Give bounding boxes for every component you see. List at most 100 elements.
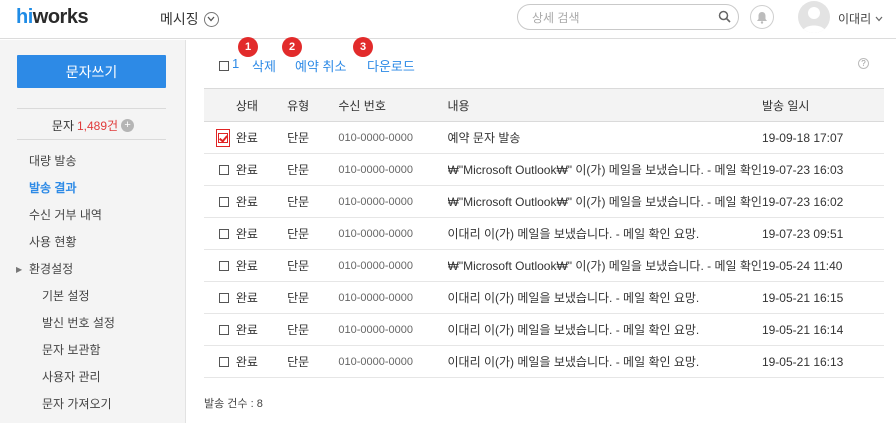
send-count: 발송 건수 : 8 bbox=[204, 398, 263, 410]
user-name: 이대리 bbox=[838, 12, 872, 26]
date-cell: 19-09-18 17:07 bbox=[761, 121, 884, 154]
table-row[interactable]: 완료 단문 010-0000-0000 ₩"Microsoft Outlook₩" 이… bbox=[204, 185, 884, 218]
row-checkbox[interactable] bbox=[218, 133, 228, 144]
date-cell: 19-05-21 16:13 bbox=[761, 345, 884, 378]
content-cell[interactable]: 이대리 이(가) 메일을 보냈습니다. - 메일 확인 요망. bbox=[447, 217, 762, 250]
toolbar: 1 삭제 예약 취소 다운로드 1 2 3 ? bbox=[186, 37, 896, 88]
user-menu[interactable]: 이대리 bbox=[838, 10, 883, 27]
column-header-recipient[interactable]: 수신 번호 bbox=[338, 88, 448, 122]
content-cell[interactable]: ₩"Microsoft Outlook₩" 이(가) 메일을 보냈습니다. - … bbox=[447, 153, 762, 186]
table-row[interactable]: 완료 단문 010-0000-0000 이대리 이(가) 메일을 보냈습니다. - 메… bbox=[204, 345, 884, 378]
row-checkbox-wrap bbox=[218, 226, 230, 242]
row-checkbox-wrap bbox=[218, 162, 230, 178]
column-header-status[interactable]: 상태 bbox=[235, 88, 288, 122]
bell-icon[interactable] bbox=[750, 5, 774, 29]
sidebar-item-user-management[interactable]: 사용자 관리 bbox=[0, 364, 186, 391]
write-message-button[interactable]: 문자쓰기 bbox=[17, 55, 166, 88]
caret-right-icon: ▶ bbox=[16, 265, 23, 274]
checkbox-cell bbox=[204, 313, 236, 346]
sidebar-item-message-archive[interactable]: 문자 보관함 bbox=[0, 337, 186, 364]
sidebar-item-reject-list[interactable]: 수신 거부 내역 bbox=[0, 202, 186, 229]
row-checkbox-wrap bbox=[218, 194, 230, 210]
row-checkbox-wrap bbox=[218, 290, 230, 306]
table-row[interactable]: 완료 단문 010-0000-0000 ₩"Microsoft Outlook₩" 이… bbox=[204, 249, 884, 282]
checkbox-cell bbox=[204, 153, 236, 186]
content-cell[interactable]: ₩"Microsoft Outlook₩" 이(가) 메일을 보냈습니다. - … bbox=[447, 249, 762, 282]
sidebar-item-sender-number[interactable]: 발신 번호 설정 bbox=[0, 310, 186, 337]
results-table: 상태 유형 수신 번호 내용 발송 일시 완료 단문 010-0000-0000 예약… bbox=[204, 88, 884, 378]
column-header-date[interactable]: 발송 일시 bbox=[761, 88, 884, 122]
sidebar-item-basic-settings[interactable]: 기본 설정 bbox=[0, 283, 186, 310]
sidebar-item-import-messages[interactable]: 문자 가져오기 bbox=[0, 391, 186, 418]
row-checkbox-wrap bbox=[218, 354, 230, 370]
search-input[interactable] bbox=[532, 9, 712, 26]
date-cell: 19-05-21 16:15 bbox=[761, 281, 884, 314]
row-checkbox-wrap bbox=[218, 258, 230, 274]
sidebar-item-usage[interactable]: 사용 현황 bbox=[0, 229, 186, 256]
type-cell: 단문 bbox=[287, 313, 339, 346]
column-header-content[interactable]: 내용 bbox=[447, 88, 762, 122]
date-cell: 19-05-21 16:14 bbox=[761, 313, 884, 346]
row-checkbox[interactable] bbox=[219, 229, 229, 240]
content-cell[interactable]: 이대리 이(가) 메일을 보냈습니다. - 메일 확인 요망. bbox=[447, 313, 762, 346]
sidebar-item-bulk-send[interactable]: 대량 발송 bbox=[0, 148, 186, 175]
type-cell: 단문 bbox=[287, 121, 339, 154]
date-cell: 19-05-24 11:40 bbox=[761, 249, 884, 282]
row-checkbox[interactable] bbox=[219, 357, 229, 368]
sidebar-item-settings[interactable]: ▶ 환경설정 bbox=[0, 256, 186, 283]
content-cell[interactable]: 이대리 이(가) 메일을 보냈습니다. - 메일 확인 요망. bbox=[447, 281, 762, 314]
status-cell: 완료 bbox=[235, 345, 288, 378]
step-badge: 1 bbox=[238, 37, 258, 57]
row-checkbox[interactable] bbox=[219, 325, 229, 336]
type-cell: 단문 bbox=[287, 185, 339, 218]
status-cell: 완료 bbox=[235, 153, 288, 186]
row-checkbox-wrap bbox=[216, 128, 230, 147]
phone-cell: 010-0000-0000 bbox=[338, 153, 448, 186]
search-icon[interactable] bbox=[718, 10, 731, 26]
table-row[interactable]: 완료 단문 010-0000-0000 이대리 이(가) 메일을 보냈습니다. - 메… bbox=[204, 313, 884, 346]
help-icon[interactable]: ? bbox=[858, 58, 869, 69]
type-cell: 단문 bbox=[287, 153, 339, 186]
cancel-reservation-button[interactable]: 예약 취소 bbox=[295, 56, 346, 75]
step-badge: 2 bbox=[282, 37, 302, 57]
checkbox-cell bbox=[204, 345, 236, 378]
hiworks-logo[interactable]: hiworks bbox=[16, 6, 89, 29]
count-label: 문자 bbox=[51, 119, 74, 133]
date-cell: 19-07-23 09:51 bbox=[761, 217, 884, 250]
content-cell[interactable]: ₩"Microsoft Outlook₩" 이(가) 메일을 보냈습니다. - … bbox=[447, 185, 762, 218]
content-cell[interactable]: 이대리 이(가) 메일을 보냈습니다. - 메일 확인 요망. bbox=[447, 345, 762, 378]
status-cell: 완료 bbox=[235, 121, 288, 154]
phone-cell: 010-0000-0000 bbox=[338, 217, 448, 250]
table-row[interactable]: 완료 단문 010-0000-0000 이대리 이(가) 메일을 보냈습니다. - 메… bbox=[204, 281, 884, 314]
chevron-down-icon[interactable] bbox=[203, 11, 219, 27]
avatar[interactable] bbox=[798, 1, 830, 33]
download-button[interactable]: 다운로드 bbox=[367, 56, 415, 75]
phone-cell: 010-0000-0000 bbox=[338, 121, 448, 154]
delete-button[interactable]: 삭제 bbox=[252, 56, 276, 75]
table-row[interactable]: 완료 단문 010-0000-0000 예약 문자 발송 19-09-18 17:07 bbox=[204, 121, 884, 154]
row-checkbox[interactable] bbox=[219, 197, 229, 208]
app-menu[interactable]: 메시징 bbox=[160, 9, 219, 29]
row-checkbox[interactable] bbox=[219, 165, 229, 176]
status-cell: 완료 bbox=[235, 313, 288, 346]
step-badge: 3 bbox=[353, 37, 373, 57]
table-row[interactable]: 완료 단문 010-0000-0000 이대리 이(가) 메일을 보냈습니다. - 메… bbox=[204, 217, 884, 250]
type-cell: 단문 bbox=[287, 249, 339, 282]
message-count: 문자 1,489건 + bbox=[0, 117, 186, 134]
phone-cell: 010-0000-0000 bbox=[338, 345, 448, 378]
table-row[interactable]: 완료 단문 010-0000-0000 ₩"Microsoft Outlook₩" 이… bbox=[204, 153, 884, 186]
selected-count: 1 bbox=[232, 56, 240, 71]
row-checkbox[interactable] bbox=[219, 293, 229, 304]
column-header-type[interactable]: 유형 bbox=[287, 88, 339, 122]
sidebar-item-send-results[interactable]: 발송 결과 bbox=[0, 175, 186, 202]
row-checkbox[interactable] bbox=[219, 261, 229, 272]
content-cell[interactable]: 예약 문자 발송 bbox=[447, 121, 762, 154]
divider bbox=[17, 108, 166, 109]
search-box bbox=[517, 4, 739, 30]
phone-cell: 010-0000-0000 bbox=[338, 313, 448, 346]
plus-icon[interactable]: + bbox=[121, 119, 135, 132]
checkbox-cell bbox=[204, 281, 236, 314]
select-all-checkbox[interactable] bbox=[219, 61, 229, 71]
sidebar: 문자쓰기 문자 1,489건 + 대량 발송 발송 결과 수신 거부 내역 사용… bbox=[0, 40, 186, 423]
type-cell: 단문 bbox=[287, 217, 339, 250]
